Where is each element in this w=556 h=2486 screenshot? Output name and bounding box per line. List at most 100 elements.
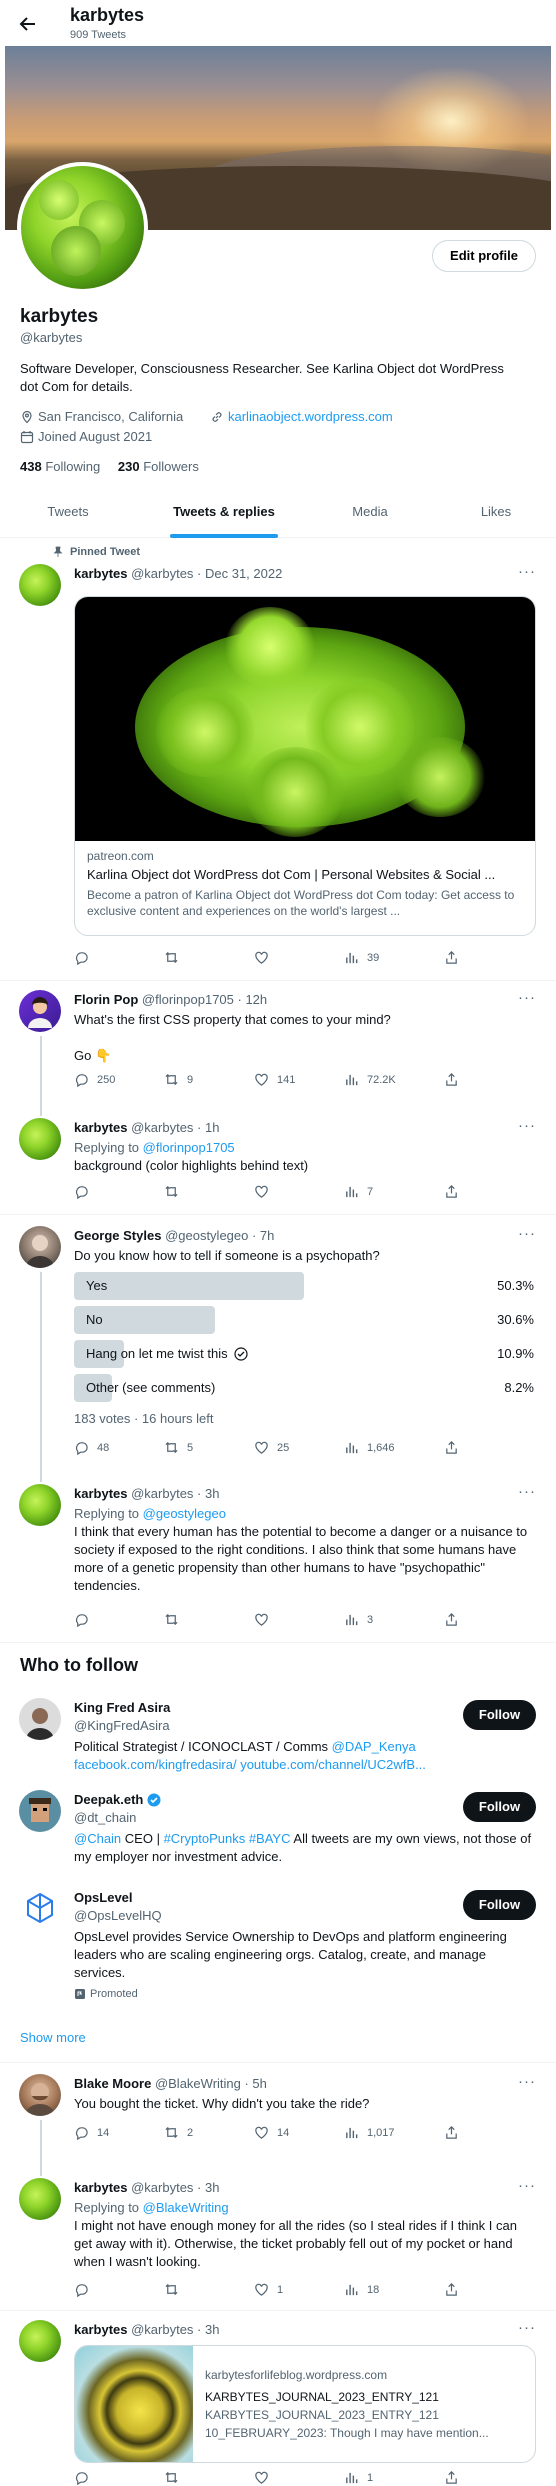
tab-tweets[interactable]: Tweets (20, 490, 116, 538)
like-button[interactable] (254, 1612, 277, 1627)
more-options-icon[interactable]: ··· (518, 2177, 536, 2194)
suggested-name[interactable]: Deepak.eth (74, 1792, 161, 1807)
more-options-icon[interactable]: ··· (518, 1117, 536, 1134)
reply-button[interactable] (74, 2282, 97, 2297)
follow-stats: 438 Following 230 Followers (20, 459, 199, 474)
avatar[interactable] (19, 1484, 61, 1526)
author-name[interactable]: karbytes (74, 1120, 127, 1135)
views-button[interactable]: 1,646 (344, 1440, 395, 1455)
share-button[interactable] (444, 1072, 459, 1087)
thread-line (40, 1272, 42, 1482)
avatar[interactable] (19, 2320, 61, 2362)
suggested-name[interactable]: King Fred Asira (74, 1700, 170, 1715)
tab-media[interactable]: Media (330, 490, 410, 538)
avatar[interactable] (19, 1888, 61, 1930)
profile-website[interactable]: karlinaobject.wordpress.com (210, 409, 393, 424)
follow-button[interactable]: Follow (463, 1700, 536, 1730)
link-card[interactable]: patreon.com Karlina Object dot WordPress… (74, 596, 536, 936)
retweet-button[interactable]: 2 (164, 2125, 193, 2140)
tweet-header: karbytes @karbytes · 3h (74, 2322, 219, 2337)
like-button[interactable]: 14 (254, 2125, 289, 2140)
like-button[interactable] (254, 1184, 277, 1199)
like-button[interactable]: 25 (254, 1440, 289, 1455)
retweet-button[interactable]: 5 (164, 1440, 193, 1455)
views-button[interactable]: 72.2K (344, 1072, 396, 1087)
share-button[interactable] (444, 950, 459, 965)
avatar[interactable] (19, 1698, 61, 1740)
suggested-name[interactable]: OpsLevel (74, 1890, 133, 1905)
retweet-button[interactable] (164, 2282, 187, 2297)
reply-button[interactable] (74, 1184, 97, 1199)
tab-tweets-replies[interactable]: Tweets & replies (160, 490, 288, 538)
like-button[interactable] (254, 950, 277, 965)
website-link[interactable]: karlinaobject.wordpress.com (228, 409, 393, 424)
reply-button[interactable] (74, 950, 97, 965)
reply-button[interactable]: 48 (74, 1440, 109, 1455)
more-options-icon[interactable]: ··· (518, 563, 536, 580)
views-button[interactable]: 1 (344, 2470, 373, 2485)
replying-to-link[interactable]: @BlakeWriting (143, 2200, 229, 2215)
replying-to-link[interactable]: @florinpop1705 (143, 1140, 235, 1155)
show-more-link[interactable]: Show more (20, 2030, 86, 2045)
share-button[interactable] (444, 1440, 459, 1455)
like-button[interactable]: 1 (254, 2282, 283, 2297)
avatar[interactable] (19, 1118, 61, 1160)
retweet-button[interactable] (164, 1612, 187, 1627)
author-name[interactable]: karbytes (74, 2180, 127, 2195)
link-card[interactable]: karbytesforlifeblog.wordpress.com KARBYT… (74, 2345, 536, 2463)
like-button[interactable]: 141 (254, 1072, 295, 1087)
more-options-icon[interactable]: ··· (518, 1225, 536, 1242)
share-button[interactable] (444, 2282, 459, 2297)
avatar[interactable] (19, 2074, 61, 2116)
views-button[interactable]: 18 (344, 2282, 379, 2297)
follow-button[interactable]: Follow (463, 1792, 536, 1822)
followers-count[interactable]: 230 (118, 459, 140, 474)
retweet-button[interactable] (164, 2470, 187, 2485)
share-button[interactable] (444, 2470, 459, 2485)
avatar[interactable] (19, 1790, 61, 1832)
author-name[interactable]: George Styles (74, 1228, 161, 1243)
avatar[interactable] (19, 1226, 61, 1268)
more-options-icon[interactable]: ··· (518, 1483, 536, 1500)
author-name[interactable]: karbytes (74, 566, 127, 581)
edit-profile-button[interactable]: Edit profile (432, 240, 536, 272)
follow-button[interactable]: Follow (463, 1890, 536, 1920)
following-count[interactable]: 438 (20, 459, 42, 474)
replying-to-link[interactable]: @geostylegeo (143, 1506, 226, 1521)
author-name[interactable]: Florin Pop (74, 992, 138, 1007)
tweet-actions: 250 9 141 72.2K (74, 1072, 464, 1088)
share-button[interactable] (444, 1612, 459, 1627)
reply-icon (74, 2282, 89, 2297)
views-button[interactable]: 1,017 (344, 2125, 395, 2140)
more-options-icon[interactable]: ··· (518, 2319, 536, 2336)
reply-button[interactable]: 14 (74, 2125, 109, 2140)
views-button[interactable]: 39 (344, 950, 379, 965)
share-button[interactable] (444, 1184, 459, 1199)
back-arrow-icon[interactable] (18, 14, 38, 34)
avatar[interactable] (19, 990, 61, 1032)
retweet-button[interactable] (164, 1184, 187, 1199)
reply-button[interactable] (74, 2470, 97, 2485)
profile-avatar[interactable] (17, 162, 148, 293)
retweet-button[interactable]: 9 (164, 1072, 193, 1087)
more-options-icon[interactable]: ··· (518, 989, 536, 1006)
tab-likes[interactable]: Likes (456, 490, 536, 538)
author-name[interactable]: karbytes (74, 2322, 127, 2337)
avatar[interactable] (19, 2178, 61, 2220)
author-name[interactable]: karbytes (74, 1486, 127, 1501)
followers-label[interactable]: Followers (143, 459, 199, 474)
more-options-icon[interactable]: ··· (518, 2073, 536, 2090)
avatar[interactable] (19, 564, 61, 606)
following-label[interactable]: Following (45, 459, 100, 474)
views-button[interactable]: 3 (344, 1612, 373, 1627)
views-button[interactable]: 7 (344, 1184, 373, 1199)
location-text: San Francisco, California (38, 409, 184, 424)
author-name[interactable]: Blake Moore (74, 2076, 151, 2091)
reply-button[interactable]: 250 (74, 1072, 115, 1087)
share-button[interactable] (444, 2125, 459, 2140)
retweet-button[interactable] (164, 950, 187, 965)
poll-option: Hang on let me twist this 10.9% (74, 1340, 534, 1368)
like-button[interactable] (254, 2470, 277, 2485)
reply-button[interactable] (74, 1612, 97, 1627)
poll-option: Yes 50.3% (74, 1272, 534, 1300)
